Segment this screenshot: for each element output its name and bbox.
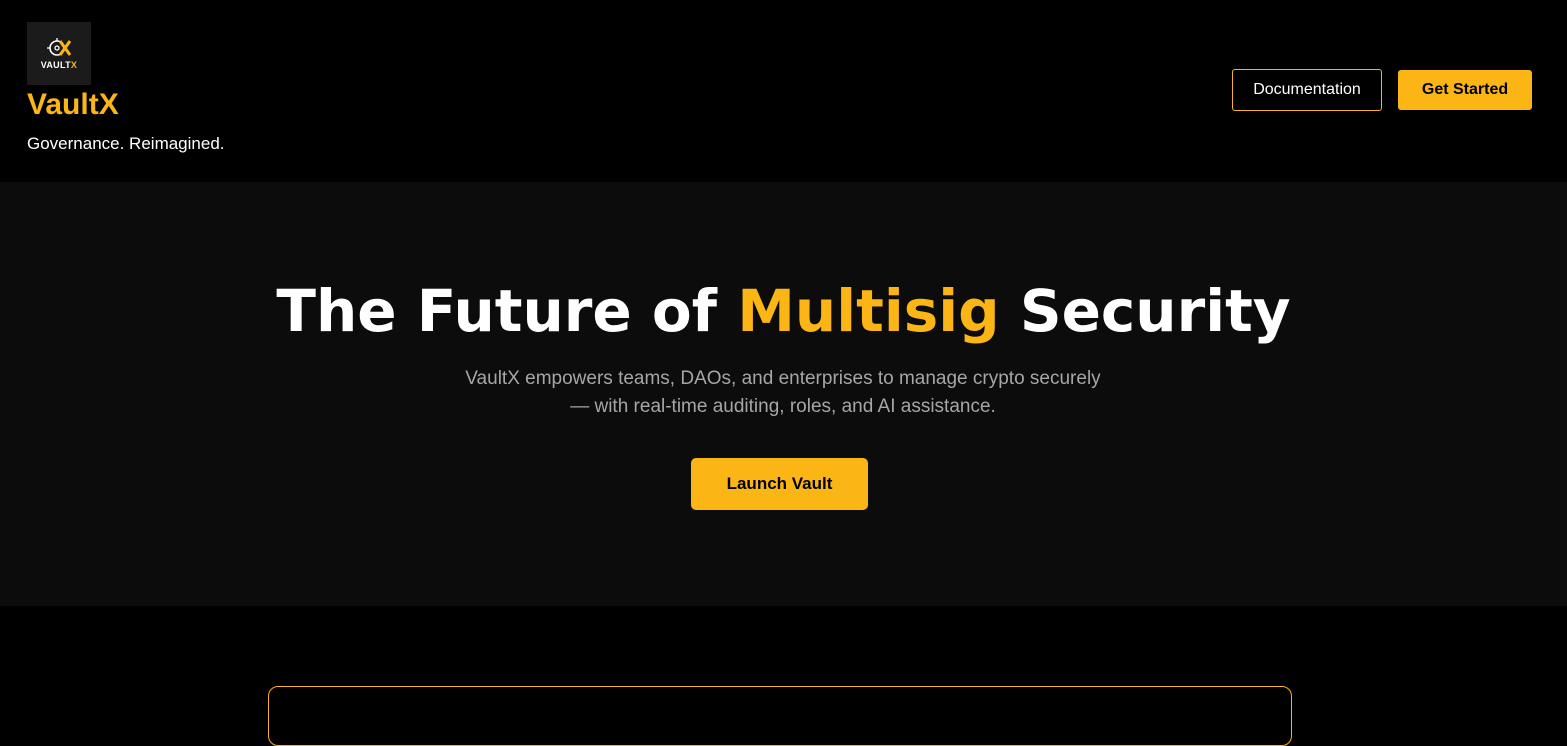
logo-text-accent: X xyxy=(70,60,78,70)
feature-card xyxy=(268,686,1292,746)
launch-vault-button[interactable]: Launch Vault xyxy=(691,458,868,510)
logo[interactable]: VAULTX xyxy=(27,22,91,85)
documentation-button[interactable]: Documentation xyxy=(1232,69,1382,111)
logo-wordmark: VAULTX xyxy=(41,60,77,70)
get-started-button[interactable]: Get Started xyxy=(1398,70,1532,110)
site-header: VAULTX VaultX Governance. Reimagined. Do… xyxy=(0,0,1567,182)
vaultx-logo-icon xyxy=(47,38,72,56)
brand-name[interactable]: VaultX xyxy=(27,87,119,123)
hero-section: The Future of Multisig Security VaultX e… xyxy=(0,182,1567,606)
hero-title-after: Security xyxy=(999,277,1291,345)
hero-subtitle-line2: — with real-time auditing, roles, and AI… xyxy=(570,396,996,417)
hero-subtitle: VaultX empowers teams, DAOs, and enterpr… xyxy=(433,365,1133,421)
hero-subtitle-line1: VaultX empowers teams, DAOs, and enterpr… xyxy=(465,368,1101,389)
hero-title-before: The Future of xyxy=(276,277,738,345)
hero-title: The Future of Multisig Security xyxy=(0,278,1567,344)
tagline: Governance. Reimagined. xyxy=(27,134,225,153)
logo-text-main: VAULT xyxy=(40,60,71,70)
hero-title-accent: Multisig xyxy=(737,277,1000,345)
